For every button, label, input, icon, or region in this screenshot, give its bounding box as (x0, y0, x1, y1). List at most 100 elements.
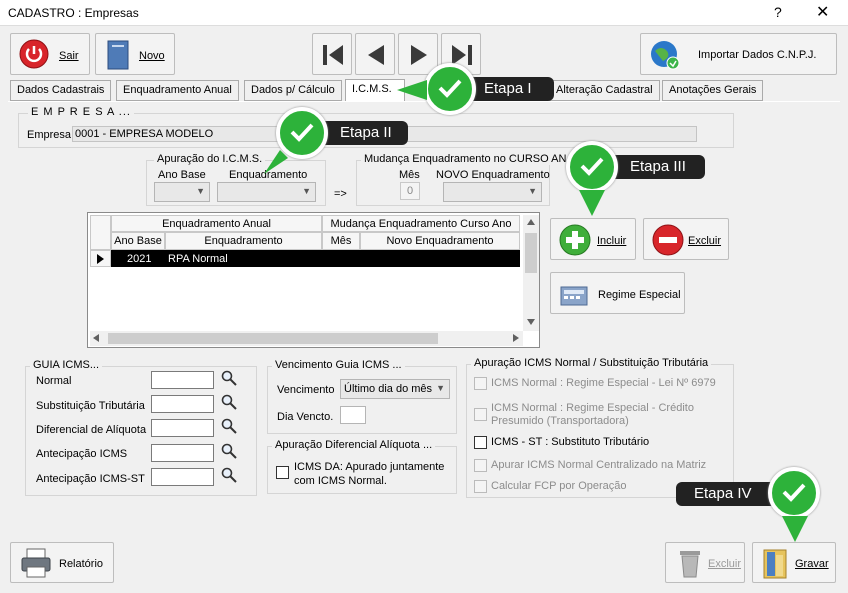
fcp-operacao-checkbox[interactable] (474, 480, 487, 493)
relatorio-button[interactable]: Relatório (10, 542, 114, 583)
horizontal-scroll-thumb[interactable] (108, 333, 438, 344)
row-ano-base: 2021 (127, 253, 152, 265)
centralizado-matriz-label: Apurar ICMS Normal Centralizado na Matri… (491, 459, 707, 471)
dia-vencto-label: Dia Vencto. (277, 411, 334, 423)
grid-col-ano-base[interactable]: Ano Base (111, 232, 165, 250)
step-check-3 (566, 141, 618, 193)
add-icon (559, 224, 591, 256)
centralizado-matriz-checkbox[interactable] (474, 459, 487, 472)
guia-antecipacao-st-input[interactable] (151, 468, 214, 486)
step-2-label: Etapa II (340, 124, 392, 141)
substituto-tributario-checkbox[interactable] (474, 436, 487, 449)
mes-field[interactable]: 0 (400, 182, 420, 200)
vencimento-title: Vencimento Guia ICMS ... (272, 359, 405, 371)
guia-icms-title: GUIA ICMS... (30, 359, 103, 371)
importar-label: Importar Dados C.N.P.J. (698, 49, 817, 61)
vertical-scrollbar[interactable] (523, 215, 539, 331)
tab-icms[interactable]: I.C.M.S. (345, 79, 405, 102)
novo-enquadramento-select[interactable]: ▼ (443, 182, 542, 202)
tab-panel-top (8, 101, 840, 103)
table-row[interactable]: 2021 RPA Normal (111, 250, 520, 267)
check-icon (438, 79, 462, 98)
grid-col-novo-enquadramento[interactable]: Novo Enquadramento (360, 232, 520, 250)
tab-dados-cadastrais[interactable]: Dados Cadastrais (10, 80, 112, 101)
search-icon[interactable] (221, 418, 237, 434)
step-3-pointer (579, 190, 605, 216)
empresa-label: Empresa (27, 129, 72, 141)
diferencial-title: Apuração Diferencial Alíquota ... (272, 439, 436, 451)
remove-icon (652, 224, 684, 256)
step-2-pointer (264, 150, 288, 174)
previous-icon (368, 45, 384, 65)
horizontal-scrollbar[interactable] (90, 331, 523, 346)
incluir-button[interactable]: Incluir (550, 218, 636, 260)
previous-record-button[interactable] (355, 33, 395, 75)
step-check-1 (424, 63, 476, 115)
guia-antecipacao-label: Antecipação ICMS (36, 448, 128, 460)
icms-da-checkbox[interactable] (276, 466, 289, 479)
excluir-grid-label: Excluir (688, 235, 722, 247)
first-record-button[interactable] (312, 33, 352, 75)
vencimento-select[interactable]: Último dia do mês ▼ (340, 379, 450, 399)
vertical-scroll-thumb[interactable] (525, 233, 537, 273)
gravar-button[interactable]: Gravar (752, 542, 836, 583)
window-title: CADASTRO : Empresas (8, 6, 139, 20)
step-4-label: Etapa IV (694, 485, 752, 502)
close-button[interactable]: ✕ (816, 2, 829, 22)
empresa-group-title: E M P R E S A ... (28, 106, 134, 118)
grid-group-mudanca: Mudança Enquadramento Curso Ano (322, 215, 520, 232)
regime-especial-lei-checkbox[interactable] (474, 377, 487, 390)
row-enquadramento: RPA Normal (168, 253, 228, 265)
dia-vencto-input[interactable] (340, 406, 366, 424)
fcp-operacao-label: Calcular FCP por Operação (491, 480, 627, 492)
enquadramento-select[interactable]: ▼ (217, 182, 316, 202)
excluir-button[interactable]: Excluir (665, 542, 745, 583)
relatorio-label: Relatório (59, 558, 104, 570)
excluir-footer-label: Excluir (708, 558, 742, 570)
novo-label: Novo (139, 50, 165, 62)
grid-col-enquadramento[interactable]: Enquadramento (165, 232, 322, 250)
scroll-up-icon[interactable] (527, 219, 535, 225)
credito-presumido-checkbox[interactable] (474, 408, 487, 421)
power-icon (19, 39, 49, 69)
arrow-text: => (334, 188, 347, 200)
tab-alteracao-cadastral[interactable]: Alteração Cadastral (549, 80, 660, 101)
step-3-label: Etapa III (630, 158, 686, 175)
novo-button[interactable]: Novo (95, 33, 175, 75)
search-icon[interactable] (221, 467, 237, 483)
ano-base-select[interactable]: ▼ (154, 182, 210, 202)
guia-normal-input[interactable] (151, 371, 214, 389)
tab-anotacoes-gerais[interactable]: Anotações Gerais (662, 80, 764, 101)
regime-especial-button[interactable]: Regime Especial (550, 272, 685, 314)
icms-da-label: ICMS DA: Apurado juntamente com ICMS Nor… (294, 461, 445, 487)
scroll-left-icon[interactable] (93, 334, 99, 342)
regime-especial-lei-label: ICMS Normal : Regime Especial - Lei Nº 6… (491, 377, 716, 389)
credito-presumido-label: ICMS Normal : Regime Especial - Crédito … (491, 402, 694, 427)
guia-substituicao-input[interactable] (151, 395, 214, 413)
grid-corner (90, 215, 111, 250)
row-indicator (90, 250, 111, 267)
chevron-down-icon: ▼ (436, 383, 445, 393)
search-icon[interactable] (221, 394, 237, 410)
help-button[interactable]: ? (774, 4, 782, 20)
step-1-pointer (397, 80, 427, 100)
importar-cnpj-button[interactable]: Importar Dados C.N.P.J. (640, 33, 837, 75)
globe-icon (651, 41, 680, 70)
excluir-grid-button[interactable]: Excluir (643, 218, 729, 260)
grid-col-mes[interactable]: Mês (322, 232, 360, 250)
scroll-right-icon[interactable] (513, 334, 519, 342)
tab-dados-calculo[interactable]: Dados p/ Cálculo (244, 80, 342, 101)
printer-icon (21, 548, 51, 578)
guia-diferencial-label: Diferencial de Alíquota (36, 424, 147, 436)
check-icon (580, 157, 604, 176)
sair-button[interactable]: Sair (10, 33, 90, 75)
search-icon[interactable] (221, 370, 237, 386)
guia-antecipacao-input[interactable] (151, 444, 214, 462)
guia-antecipacao-st-label: Antecipação ICMS-ST (36, 473, 145, 485)
tab-enquadramento-anual[interactable]: Enquadramento Anual (116, 80, 239, 101)
guia-diferencial-input[interactable] (151, 419, 214, 437)
search-icon[interactable] (221, 443, 237, 459)
next-icon (411, 45, 427, 65)
chevron-down-icon: ▼ (302, 186, 311, 196)
scroll-down-icon[interactable] (527, 319, 535, 325)
